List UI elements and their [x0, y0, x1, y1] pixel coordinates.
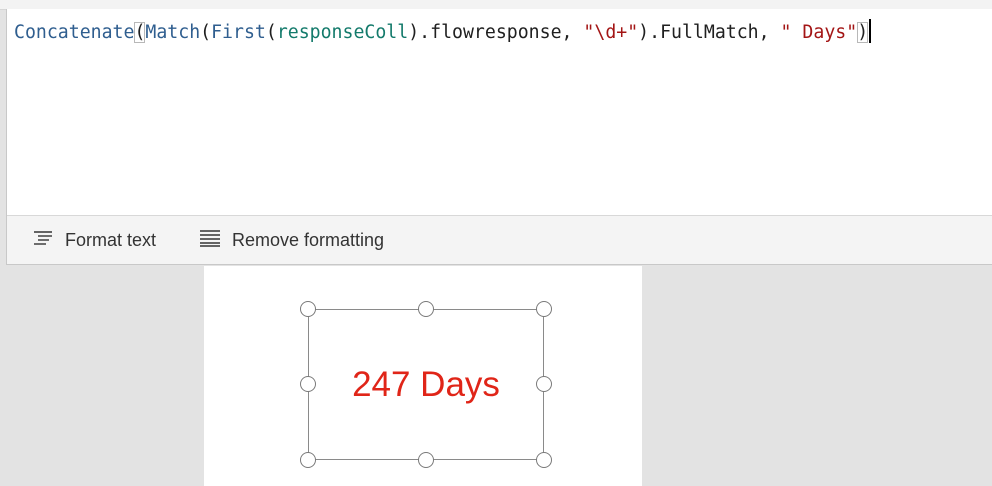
formula-panel: Concatenate(Match(First(responseColl).fl… [6, 9, 992, 265]
remove-formatting-icon [199, 229, 232, 252]
label-value-text: 247 Days [352, 365, 500, 404]
format-text-button[interactable]: Format text [32, 216, 156, 264]
resize-handle-middle-right[interactable] [536, 376, 552, 392]
formula-token-close-paren-highlighted: ) [857, 22, 869, 43]
formula-token-suffix-string: " Days" [780, 22, 858, 43]
formula-token-first: First [211, 22, 266, 43]
formula-token-pattern-string: "\d+" [583, 22, 639, 43]
resize-handle-bottom-right[interactable] [536, 452, 552, 468]
formula-editor[interactable]: Concatenate(Match(First(responseColl).fl… [7, 9, 992, 215]
formula-token-match: Match [145, 22, 201, 43]
resize-handle-top-left[interactable] [300, 301, 316, 317]
format-text-icon [32, 229, 65, 252]
formula-token-match-open-paren: ( [200, 22, 212, 43]
resize-handle-middle-left[interactable] [300, 376, 316, 392]
formula-token-open-paren-highlighted: ( [134, 22, 146, 43]
remove-formatting-button[interactable]: Remove formatting [199, 216, 384, 264]
formula-token-first-open-paren: ( [265, 22, 277, 43]
app-canvas: 247 Days [204, 266, 642, 486]
text-caret [869, 19, 872, 43]
resize-handle-top-center[interactable] [418, 301, 434, 317]
formula-toolbar: Format text Remove formatting [7, 215, 992, 264]
remove-formatting-label: Remove formatting [232, 229, 385, 250]
resize-handle-top-right[interactable] [536, 301, 552, 317]
format-text-label: Format text [65, 229, 157, 250]
resize-handle-bottom-left[interactable] [300, 452, 316, 468]
formula-token-property: ).flowresponse, [408, 22, 584, 43]
formula-token-fullmatch: ).FullMatch, [638, 22, 781, 43]
selected-label-control[interactable]: 247 Days [308, 309, 544, 460]
formula-token-collection: responseColl [276, 22, 409, 43]
formula-token-concatenate: Concatenate [14, 22, 135, 43]
resize-handle-bottom-center[interactable] [418, 452, 434, 468]
